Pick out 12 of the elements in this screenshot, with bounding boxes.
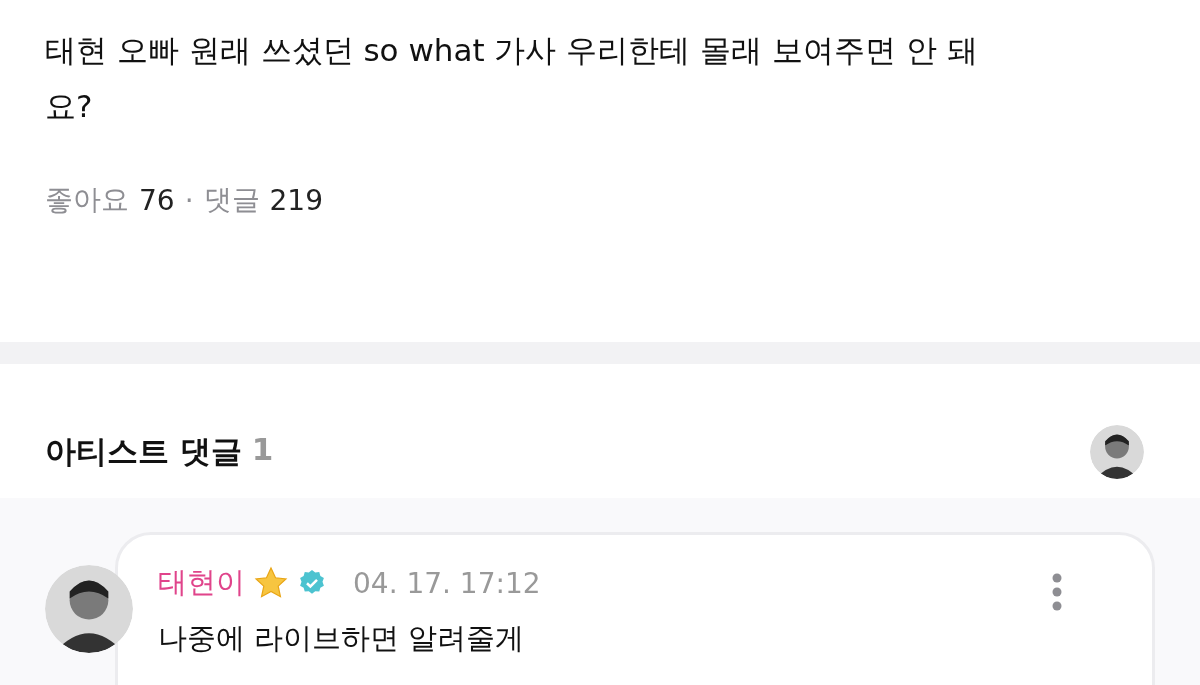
comment-text: 나중에 라이브하면 알려줄게	[158, 620, 526, 657]
author-name[interactable]: 태현이	[158, 563, 245, 603]
likes-label: 좋아요	[45, 182, 129, 218]
comments-count: 219	[269, 183, 323, 217]
post-text: 태현 오빠 원래 쓰셨던 so what 가사 우리한테 몰래 보여주면 안 돼요?	[45, 31, 979, 126]
comment-time: 04. 17. 17:12	[353, 566, 541, 600]
likes-count: 76	[139, 183, 175, 217]
section-count: 1	[251, 431, 274, 469]
comments-label: 댓글	[203, 182, 260, 218]
section-title: 아티스트 댓글	[45, 432, 242, 471]
separator: ·	[184, 183, 194, 217]
more-icon[interactable]	[1051, 572, 1063, 612]
